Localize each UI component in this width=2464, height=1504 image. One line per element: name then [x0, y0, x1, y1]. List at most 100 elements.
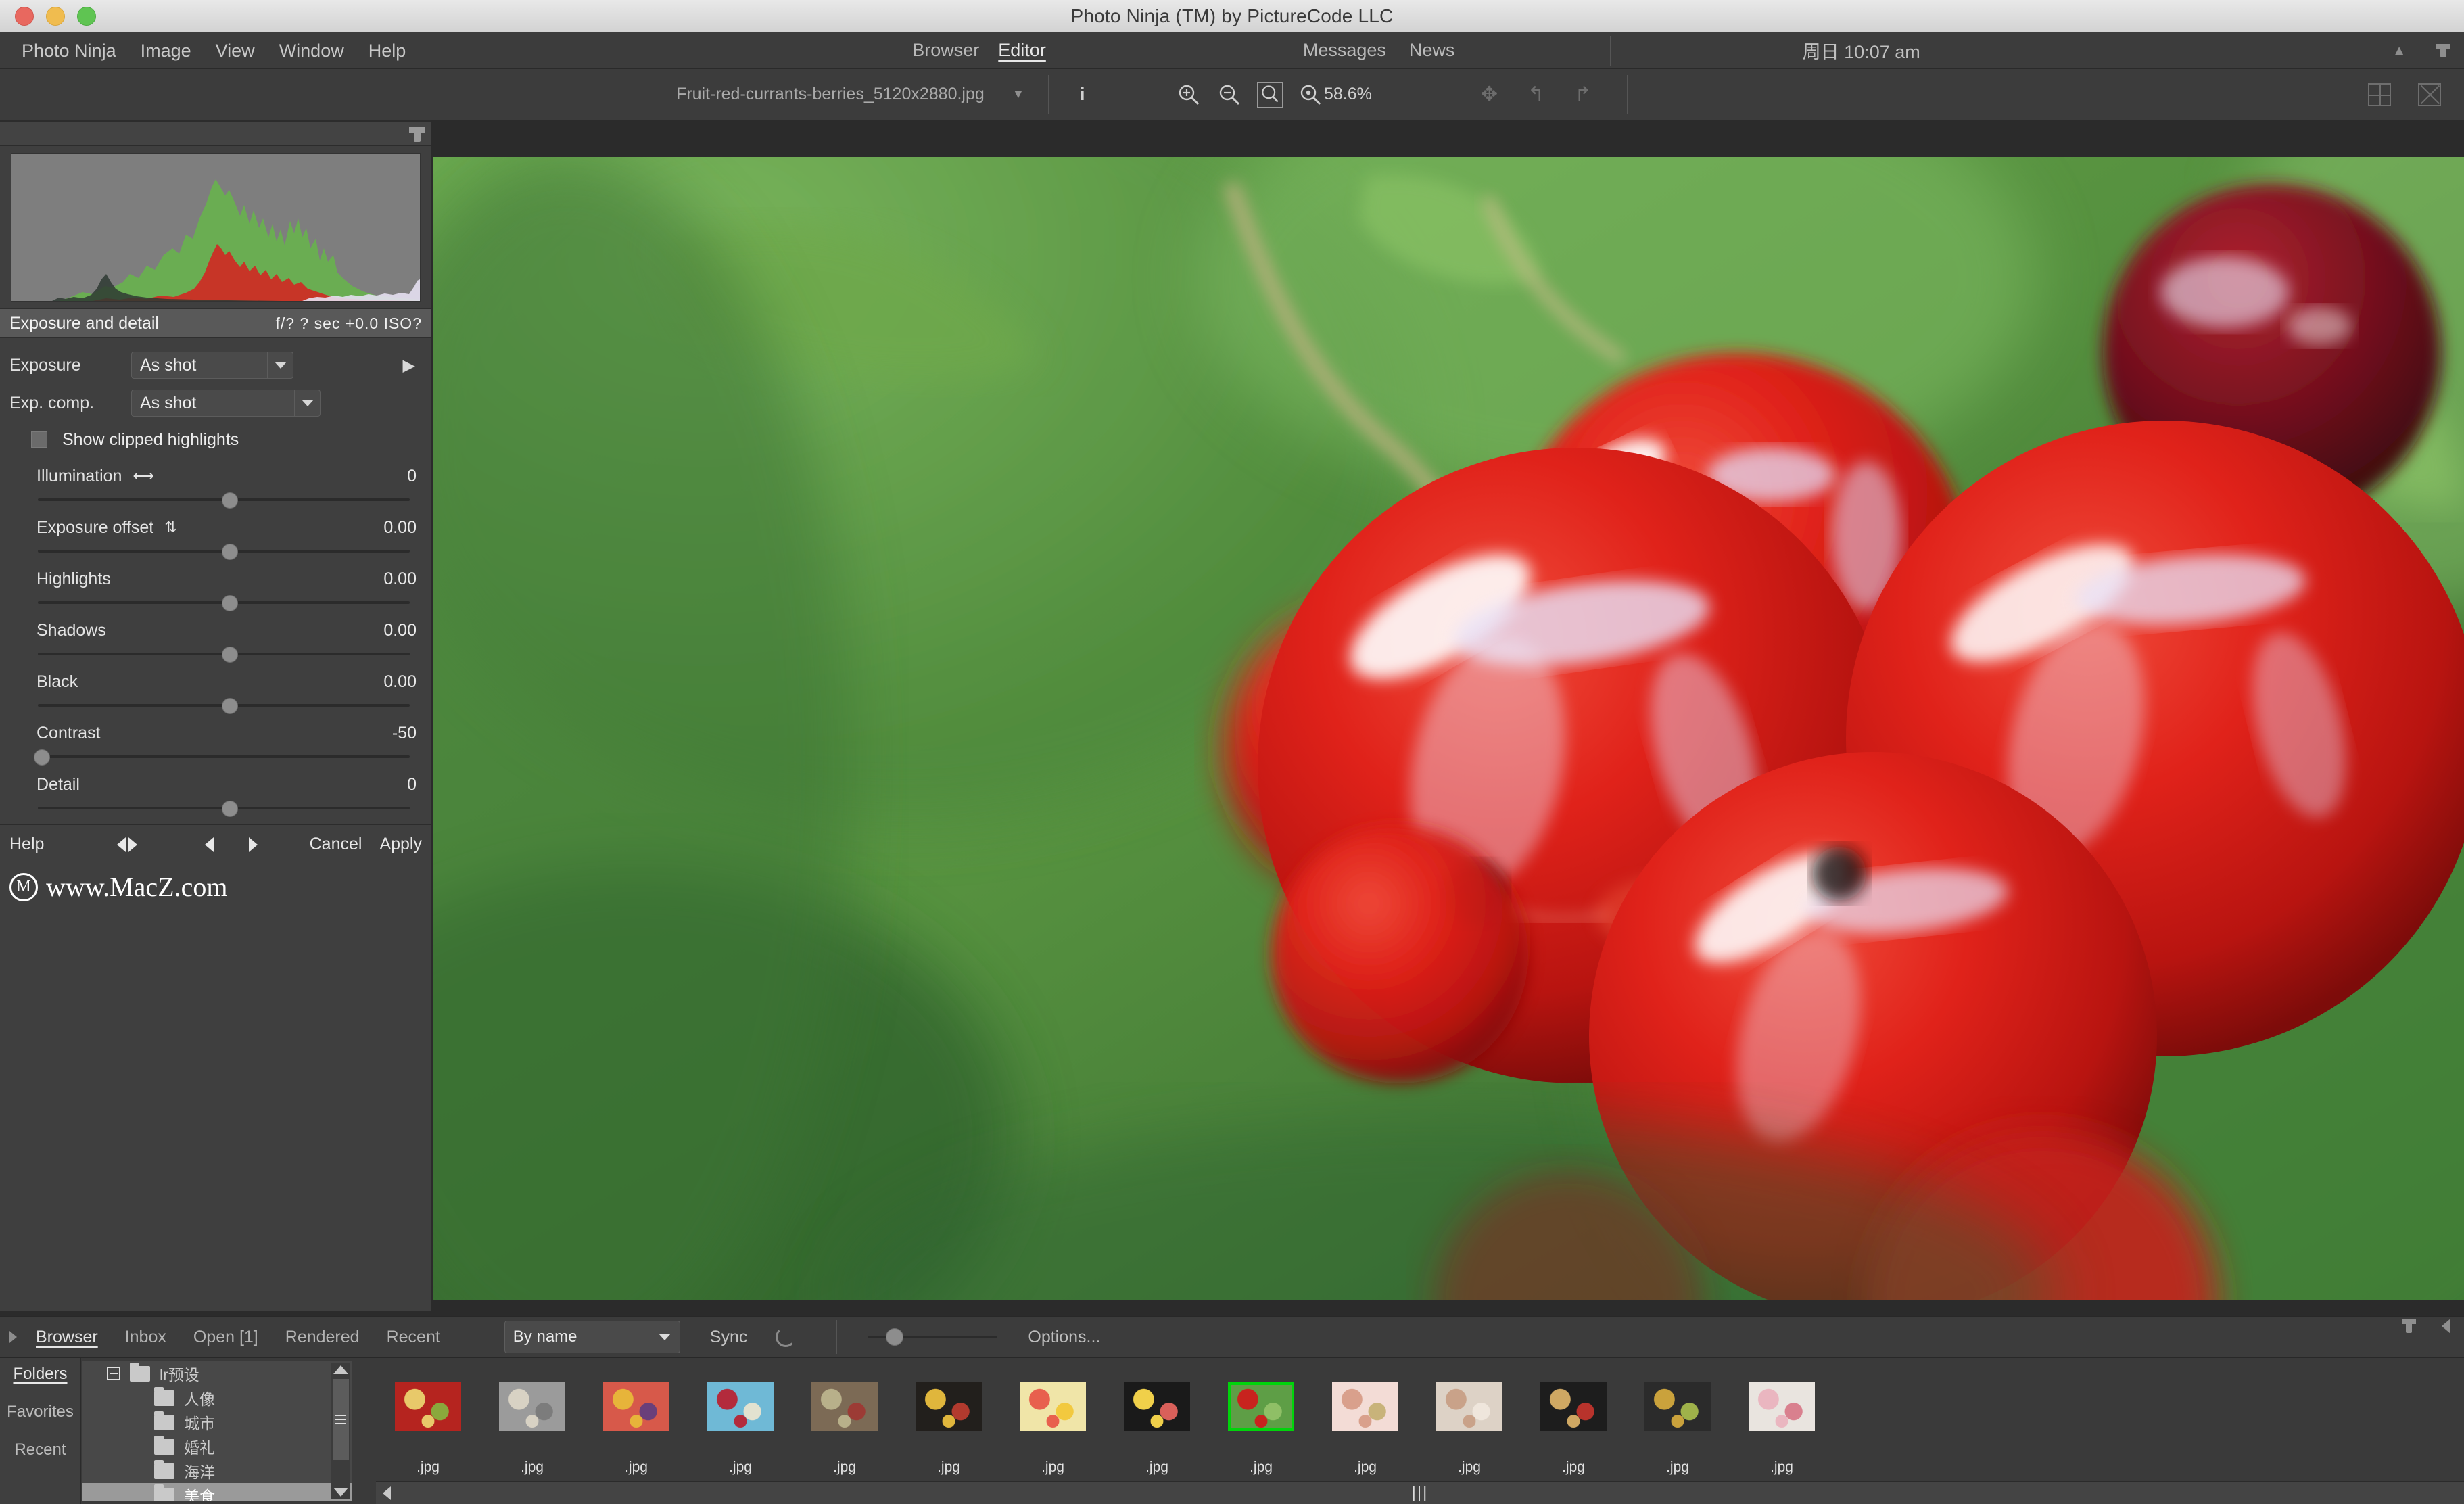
slider-handle[interactable]	[34, 749, 51, 766]
apply-button[interactable]: Apply	[379, 835, 422, 854]
thumbnail[interactable]	[1644, 1382, 1711, 1431]
slider-handle[interactable]	[222, 647, 239, 663]
thumbnail[interactable]	[916, 1382, 982, 1431]
menu-help[interactable]: Help	[356, 32, 419, 69]
folder-tree[interactable]: lr预设 人像 城市 婚礼 海洋 美食	[82, 1361, 352, 1501]
thumbnail[interactable]	[499, 1382, 565, 1431]
tray-up-arrow-icon[interactable]: ▲	[2392, 42, 2407, 60]
slider-contrast-track[interactable]	[34, 748, 414, 766]
image-preview-area[interactable]	[433, 157, 2464, 1300]
scrollbar-thumb[interactable]	[333, 1379, 349, 1460]
thumbnail-cell[interactable]: .jpg	[1313, 1382, 1417, 1476]
thumbnail-cell[interactable]: .jpg	[1521, 1382, 1626, 1476]
chevron-down-icon[interactable]: ▼	[1012, 87, 1024, 101]
tab-messages[interactable]: Messages	[1303, 40, 1386, 61]
close-view-icon[interactable]	[2418, 83, 2441, 106]
show-clipped-highlights-row[interactable]: Show clipped highlights	[9, 422, 422, 457]
undo-icon[interactable]: ↰	[1527, 83, 1544, 106]
thumbnail-cell[interactable]: .jpg	[792, 1382, 897, 1476]
help-button[interactable]: Help	[9, 835, 44, 854]
prev-next-pair-icon[interactable]	[117, 837, 138, 852]
tree-item[interactable]: 城市	[82, 1410, 352, 1434]
thumbnail[interactable]	[1020, 1382, 1086, 1431]
browser-tab-inbox[interactable]: Inbox	[125, 1327, 166, 1347]
thumbnail-cell[interactable]: .jpg	[688, 1382, 792, 1476]
thumbnail-filmstrip[interactable]: .jpg .jpg .jpg .jpg .jpg .jpg .jpg .jpg .jpg .jpg…	[376, 1358, 2464, 1480]
tree-item[interactable]: 婚礼	[82, 1434, 352, 1459]
nav-favorites[interactable]: Favorites	[7, 1403, 74, 1421]
zoom-percentage[interactable]: 58.6%	[1324, 85, 1372, 104]
right-arrow-icon[interactable]	[128, 837, 138, 852]
slider-highlights-track[interactable]	[38, 594, 414, 611]
sync-button[interactable]: Sync	[710, 1327, 748, 1347]
thumbnail-size-slider[interactable]	[868, 1328, 997, 1346]
thumbnail[interactable]	[1540, 1382, 1607, 1431]
nav-recent[interactable]: Recent	[14, 1440, 66, 1459]
thumbnail-selected[interactable]	[1228, 1382, 1294, 1431]
tree-item-selected[interactable]: 美食	[82, 1483, 352, 1501]
expand-browser-icon[interactable]	[9, 1331, 17, 1343]
menu-view[interactable]: View	[204, 32, 267, 69]
thumbnail[interactable]	[1749, 1382, 1815, 1431]
browser-tab-recent[interactable]: Recent	[387, 1327, 440, 1347]
browser-tab-browser[interactable]: Browser	[36, 1327, 98, 1347]
next-image-icon[interactable]	[249, 837, 258, 852]
thumbnail-cell[interactable]: .jpg	[1105, 1382, 1209, 1476]
exposure-disclosure-icon[interactable]: ▶	[403, 356, 415, 375]
slider-handle[interactable]	[886, 1328, 904, 1346]
chevron-down-icon[interactable]	[649, 1321, 680, 1353]
tree-item[interactable]: 海洋	[82, 1459, 352, 1483]
split-view-icon[interactable]	[2368, 83, 2391, 106]
scrollbar-grip-icon[interactable]: |||	[1412, 1484, 1429, 1503]
thumbnail[interactable]	[811, 1382, 878, 1431]
sort-order-select[interactable]: By name	[504, 1321, 680, 1353]
zoom-out-icon[interactable]	[1217, 83, 1241, 107]
thumbnail-cell[interactable]: .jpg	[1209, 1382, 1313, 1476]
slider-handle[interactable]	[222, 492, 239, 509]
menu-image[interactable]: Image	[128, 32, 204, 69]
tray-pin-icon[interactable]	[2436, 43, 2450, 57]
options-button[interactable]: Options...	[1028, 1327, 1100, 1347]
redo-icon[interactable]: ↱	[1574, 83, 1591, 106]
slider-handle[interactable]	[222, 698, 239, 714]
slider-handle[interactable]	[222, 801, 239, 817]
info-icon[interactable]: i	[1080, 84, 1085, 105]
thumbnail-cell[interactable]: .jpg	[480, 1382, 584, 1476]
exposure-select[interactable]: As shot	[131, 352, 293, 379]
thumbnail[interactable]	[1332, 1382, 1398, 1431]
left-arrow-icon[interactable]	[117, 837, 126, 852]
slider-handle[interactable]	[222, 544, 239, 560]
tab-news[interactable]: News	[1409, 40, 1455, 61]
slider-illumination-track[interactable]	[38, 491, 414, 509]
thumbnail-cell[interactable]: .jpg	[1730, 1382, 1834, 1476]
tab-browser[interactable]: Browser	[912, 40, 979, 61]
slider-exposure-offset-track[interactable]	[38, 542, 414, 560]
pan-icon[interactable]: ✥	[1481, 83, 1498, 106]
tab-editor[interactable]: Editor	[998, 40, 1046, 61]
chevron-down-icon[interactable]	[294, 390, 320, 416]
scroll-down-icon[interactable]	[333, 1488, 348, 1497]
thumbnail-cell[interactable]: .jpg	[1626, 1382, 1730, 1476]
exp-comp-select[interactable]: As shot	[131, 390, 321, 417]
nav-folders[interactable]: Folders	[13, 1365, 67, 1384]
thumbnail[interactable]	[1124, 1382, 1190, 1431]
slider-shadows-track[interactable]	[38, 645, 414, 663]
tree-item[interactable]: 人像	[82, 1386, 352, 1410]
cancel-button[interactable]: Cancel	[310, 835, 362, 854]
browser-tab-open[interactable]: Open [1]	[193, 1327, 258, 1347]
zoom-actual-icon[interactable]	[1298, 83, 1323, 107]
pin-icon[interactable]	[2402, 1319, 2416, 1333]
refresh-icon[interactable]	[776, 1327, 797, 1347]
filmstrip-horizontal-scrollbar[interactable]: |||	[376, 1481, 2464, 1504]
thumbnail-cell[interactable]: .jpg	[1001, 1382, 1105, 1476]
pin-icon[interactable]	[409, 127, 425, 142]
collapse-panel-icon[interactable]	[2442, 1319, 2450, 1334]
exposure-section-header[interactable]: Exposure and detail f/? ? sec +0.0 ISO?	[0, 308, 431, 338]
slider-black-track[interactable]	[38, 697, 414, 714]
previous-image-icon[interactable]	[205, 837, 214, 852]
thumbnail-cell[interactable]: .jpg	[1417, 1382, 1521, 1476]
collapse-icon[interactable]	[107, 1367, 120, 1380]
tree-item[interactable]: lr预设	[82, 1361, 352, 1386]
zoom-in-icon[interactable]	[1177, 83, 1201, 107]
menu-photo-ninja[interactable]: Photo Ninja	[9, 32, 128, 69]
